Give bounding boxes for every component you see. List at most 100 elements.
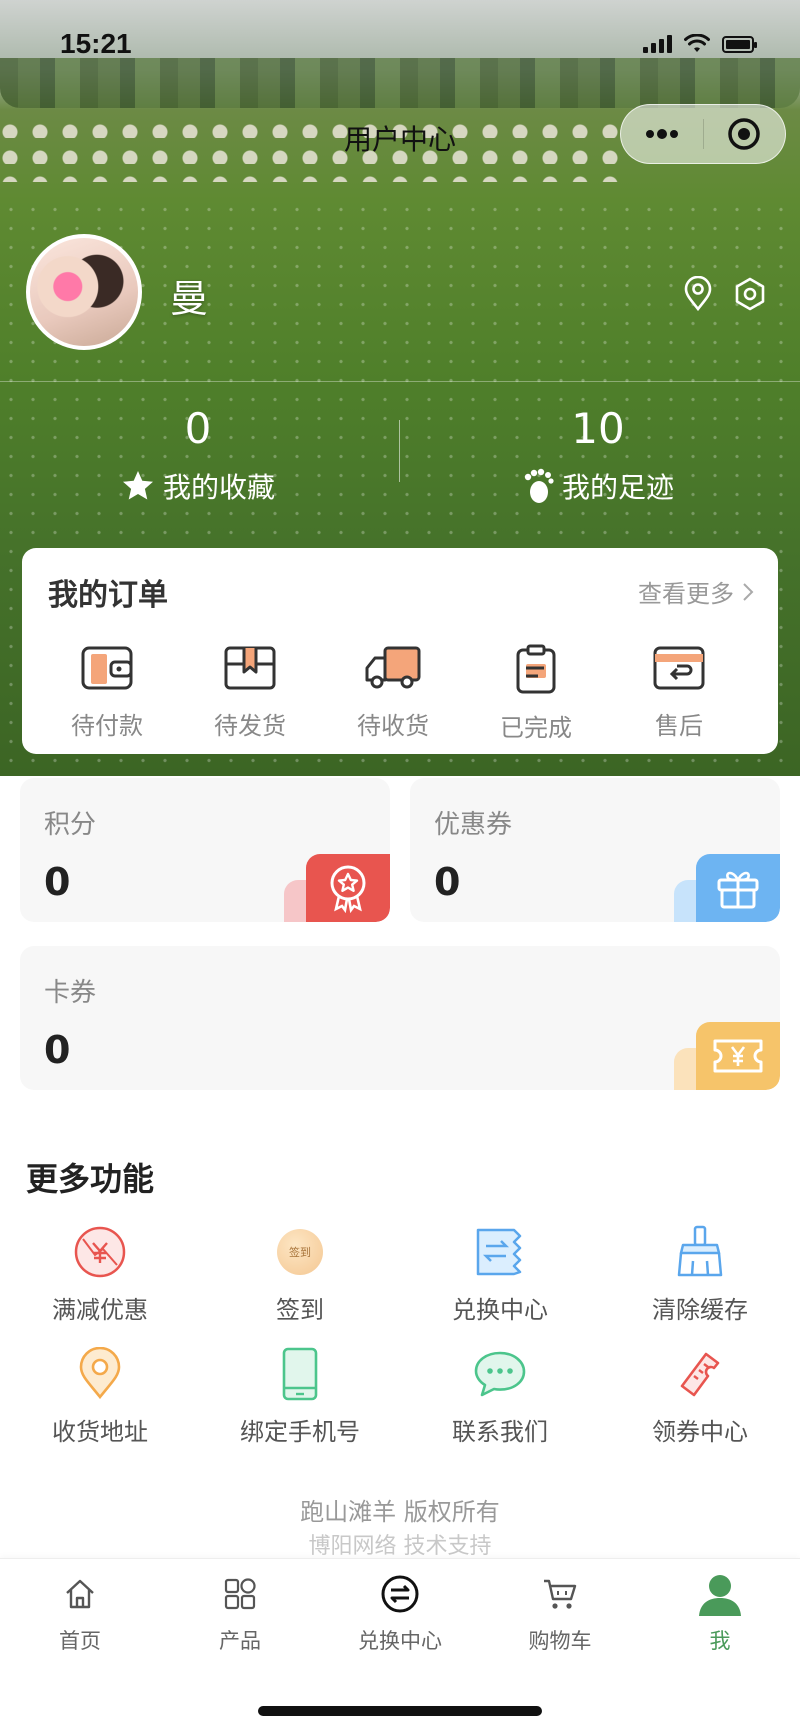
discount-icon xyxy=(70,1222,130,1282)
gift-icon xyxy=(696,854,780,922)
wifi-icon xyxy=(684,34,710,52)
function-clear-cache[interactable]: 清除缓存 xyxy=(600,1222,800,1325)
avatar[interactable] xyxy=(26,234,142,350)
copyright-text: 跑山滩羊 版权所有 xyxy=(300,1498,500,1526)
function-discount[interactable]: 满减优惠 xyxy=(0,1222,200,1325)
points-label: 积分 xyxy=(44,810,97,840)
order-after-sales-label: 售后 xyxy=(655,712,703,740)
stats-divider xyxy=(399,420,400,482)
clipboard-icon xyxy=(516,644,556,694)
footprint-icon xyxy=(524,468,554,503)
home-indicator xyxy=(258,1706,542,1716)
bottom-tab-bar: 首页 产品 兑换中心 购物车 我 xyxy=(0,1558,800,1728)
function-shipping-address-label: 收货地址 xyxy=(52,1418,148,1446)
function-clear-cache-label: 清除缓存 xyxy=(652,1296,748,1324)
function-exchange-center[interactable]: 兑换中心 xyxy=(400,1222,600,1325)
wallet-icon xyxy=(81,646,133,690)
points-value: 0 xyxy=(44,860,71,904)
points-tile[interactable]: 积分 0 xyxy=(20,778,390,922)
tab-me-label: 我 xyxy=(709,1629,731,1653)
hexagon-gear-icon[interactable] xyxy=(730,274,770,314)
footprints-label: 我的足迹 xyxy=(561,471,674,504)
cart-icon xyxy=(480,1569,640,1619)
footprints-count: 10 xyxy=(571,404,625,453)
truck-icon xyxy=(365,646,421,689)
chevron-right-icon xyxy=(743,582,754,601)
user-icon xyxy=(640,1569,800,1619)
mini-program-capsule xyxy=(620,104,786,164)
tab-products-label: 产品 xyxy=(219,1629,261,1653)
function-checkin-label: 签到 xyxy=(276,1296,324,1324)
location-pin-icon xyxy=(70,1344,130,1404)
header-divider xyxy=(0,381,800,382)
status-time: 15:21 xyxy=(60,28,132,59)
ticket-icon xyxy=(670,1344,730,1404)
function-contact-us-label: 联系我们 xyxy=(452,1418,548,1446)
star-icon xyxy=(122,471,153,500)
function-shipping-address[interactable]: 收货地址 xyxy=(0,1344,200,1447)
checkin-badge: 签到 xyxy=(277,1229,323,1275)
my-orders-card: 我的订单 查看更多 待付款 待发货 待收货 已完成 售后 xyxy=(22,548,778,754)
tab-home[interactable]: 首页 xyxy=(0,1569,160,1655)
target-circle-icon[interactable] xyxy=(704,105,786,163)
exchange-icon xyxy=(320,1569,480,1619)
exchange-ticket-icon xyxy=(470,1222,530,1282)
order-pending-shipment-label: 待发货 xyxy=(214,712,286,740)
function-discount-label: 满减优惠 xyxy=(52,1296,148,1324)
orders-title: 我的订单 xyxy=(48,578,168,613)
function-coupon-center[interactable]: 领券中心 xyxy=(600,1344,800,1447)
order-pending-shipment[interactable]: 待发货 xyxy=(179,644,321,741)
grid-icon xyxy=(160,1569,320,1619)
order-completed-label: 已完成 xyxy=(500,714,572,742)
broom-icon xyxy=(670,1222,730,1282)
status-icons xyxy=(643,34,757,54)
function-checkin[interactable]: 签到 签到 xyxy=(200,1222,400,1325)
more-functions-title: 更多功能 xyxy=(26,1160,155,1198)
function-contact-us[interactable]: 联系我们 xyxy=(400,1344,600,1447)
view-more-orders-link[interactable]: 查看更多 xyxy=(638,574,754,609)
medal-icon xyxy=(306,854,390,922)
function-bind-phone[interactable]: 绑定手机号 xyxy=(200,1344,400,1447)
favorites-count: 0 xyxy=(184,404,212,453)
cards-value: 0 xyxy=(44,1028,71,1072)
tab-home-label: 首页 xyxy=(59,1629,101,1653)
checkin-icon: 签到 xyxy=(270,1222,330,1282)
coupons-label: 优惠券 xyxy=(434,810,513,840)
order-completed[interactable]: 已完成 xyxy=(465,644,607,743)
view-more-label: 查看更多 xyxy=(638,580,734,608)
footprints-stat[interactable]: 10 我的足迹 xyxy=(448,404,748,506)
function-bind-phone-label: 绑定手机号 xyxy=(240,1418,360,1446)
order-pending-payment[interactable]: 待付款 xyxy=(36,644,178,741)
ticket-yen-icon xyxy=(696,1022,780,1090)
coupons-tile[interactable]: 优惠券 0 xyxy=(410,778,780,922)
tab-me[interactable]: 我 xyxy=(640,1569,800,1655)
background-treeline xyxy=(0,58,800,108)
coupons-value: 0 xyxy=(434,860,461,904)
order-pending-receipt-label: 待收货 xyxy=(357,712,429,740)
cards-label: 卡券 xyxy=(44,978,97,1008)
favorites-label: 我的收藏 xyxy=(162,471,275,504)
box-icon xyxy=(224,646,276,690)
more-dots-icon[interactable] xyxy=(621,105,703,163)
function-exchange-center-label: 兑换中心 xyxy=(452,1296,548,1324)
function-coupon-center-label: 领券中心 xyxy=(652,1418,748,1446)
chat-bubble-icon xyxy=(470,1344,530,1404)
cards-tile[interactable]: 卡券 0 xyxy=(20,946,780,1090)
tab-cart-label: 购物车 xyxy=(528,1629,592,1653)
tab-products[interactable]: 产品 xyxy=(160,1569,320,1655)
phone-icon xyxy=(270,1344,330,1404)
battery-icon xyxy=(722,35,757,53)
order-pending-receipt[interactable]: 待收货 xyxy=(322,644,464,741)
tab-exchange-center-label: 兑换中心 xyxy=(358,1629,442,1653)
tech-support-text: 博阳网络 技术支持 xyxy=(308,1534,492,1559)
user-name: 曼 xyxy=(170,277,209,321)
location-pin-icon[interactable] xyxy=(678,274,718,314)
order-after-sales[interactable]: 售后 xyxy=(608,644,750,741)
return-card-icon xyxy=(653,646,705,690)
cellular-signal-icon xyxy=(643,35,672,53)
order-pending-payment-label: 待付款 xyxy=(71,712,143,740)
tab-cart[interactable]: 购物车 xyxy=(480,1569,640,1655)
tab-exchange-center[interactable]: 兑换中心 xyxy=(320,1569,480,1655)
home-icon xyxy=(0,1569,160,1619)
favorites-stat[interactable]: 0 我的收藏 xyxy=(48,404,348,506)
